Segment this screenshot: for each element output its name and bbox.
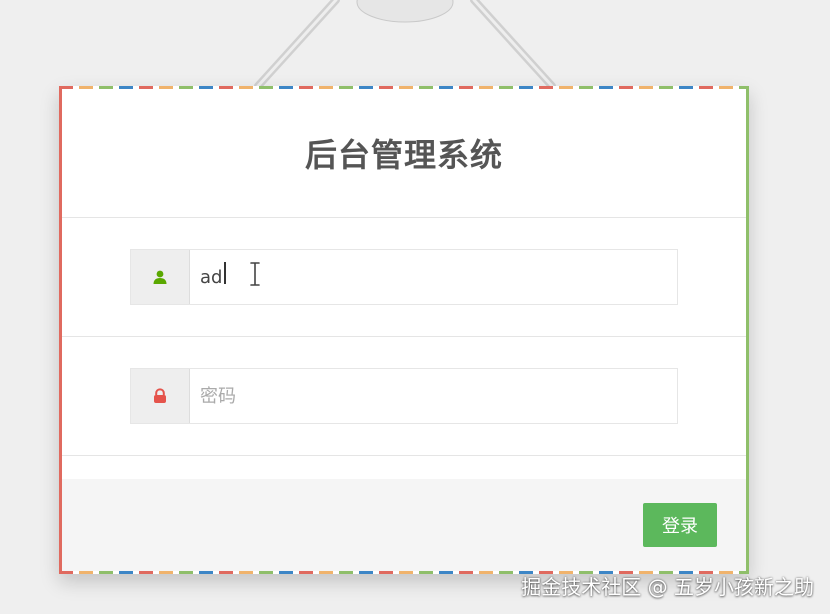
page-title: 后台管理系统 xyxy=(304,136,503,174)
card-footer: 登录 xyxy=(62,479,746,571)
text-caret xyxy=(224,262,226,284)
lock-icon xyxy=(154,388,166,403)
username-input[interactable] xyxy=(190,250,677,304)
card-header: 后台管理系统 xyxy=(62,89,746,218)
watermark: 掘金技术社区 @ 五岁小孩新之助 xyxy=(521,575,814,599)
login-card: 后台管理系统 登录 xyxy=(59,86,749,574)
password-input-group xyxy=(130,368,678,424)
username-row xyxy=(62,218,746,337)
ibeam-cursor-icon xyxy=(250,262,260,286)
user-icon-addon xyxy=(131,250,190,304)
lock-icon-addon xyxy=(131,369,190,423)
login-button[interactable]: 登录 xyxy=(643,503,717,547)
user-icon xyxy=(153,270,167,284)
password-input[interactable] xyxy=(190,369,677,423)
username-input-group xyxy=(130,249,678,305)
password-row xyxy=(62,337,746,456)
